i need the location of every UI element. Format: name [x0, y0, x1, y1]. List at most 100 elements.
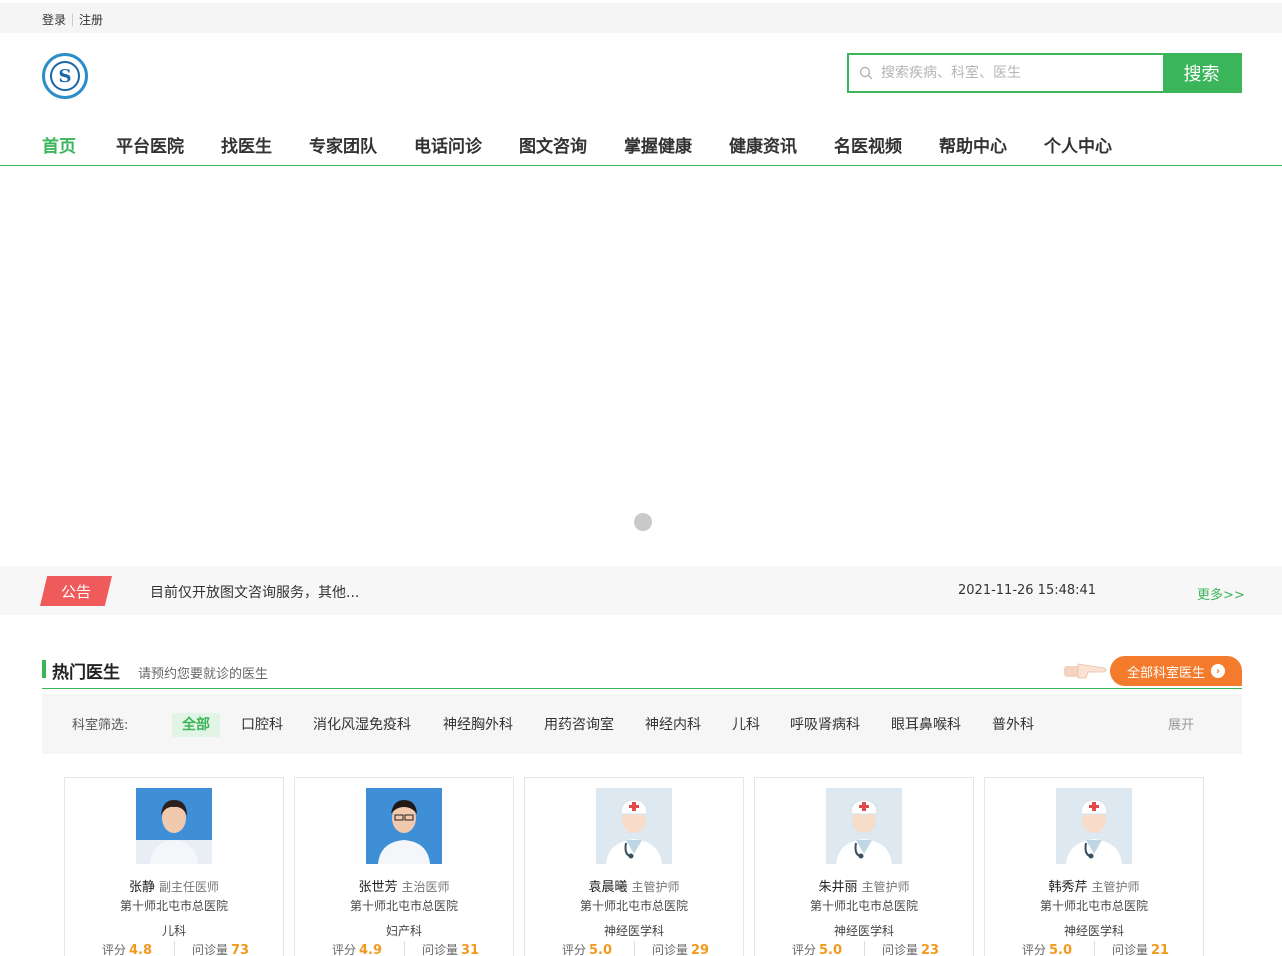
filter-label: 科室筛选:: [72, 718, 129, 733]
search-field: [849, 55, 1163, 91]
doctor-hospital: 第十师北屯市总医院: [809, 899, 918, 913]
site-logo[interactable]: S: [42, 53, 88, 99]
doctor-photo: [366, 788, 442, 864]
consult-count-value: 73: [231, 943, 250, 956]
nav-item-help[interactable]: 帮助中心: [939, 132, 1007, 157]
consult-count: 问诊量 21: [1112, 941, 1169, 956]
login-link[interactable]: 登录: [42, 11, 66, 28]
doctor-card[interactable]: 张世芳 主治医师 第十师北屯市总医院 妇产科 评分 4.9 问诊量 31: [294, 777, 514, 956]
search-box: 搜索: [847, 53, 1242, 93]
notice-tag: 公告: [40, 576, 112, 606]
divider: [174, 941, 175, 956]
rating-label: 评分: [102, 943, 127, 956]
rating-value: 5.0: [1049, 943, 1073, 956]
doctor-card[interactable]: 朱井丽 主管护师 第十师北屯市总医院 神经医学科 评分 5.0 问诊量 23: [754, 777, 974, 956]
filter-option[interactable]: 普外科: [992, 713, 1034, 737]
doctor-name[interactable]: 张静: [129, 880, 155, 895]
notice-time: 2021-11-26 15:48:41: [958, 583, 1097, 598]
main-nav: 首页 平台医院 找医生 专家团队 电话问诊 图文咨询 掌握健康 健康资讯 名医视…: [0, 120, 1282, 166]
all-departments-button[interactable]: 全部科室医生 ›: [1110, 656, 1242, 686]
doctor-name[interactable]: 张世芳: [358, 880, 397, 895]
consult-count-label: 问诊量: [882, 943, 919, 956]
top-bar: 登录 注册: [0, 3, 1282, 33]
doctor-hospital: 第十师北屯市总医院: [119, 899, 228, 913]
doctor-name[interactable]: 朱井丽: [818, 880, 857, 895]
section-subtitle: 请预约您要就诊的医生: [138, 667, 269, 682]
search-icon: [859, 66, 873, 80]
nav-item-home[interactable]: 首页: [42, 132, 76, 157]
nav-item-videos[interactable]: 名医视频: [834, 132, 902, 157]
pointing-hand-icon: [1064, 663, 1107, 679]
filter-option[interactable]: 口腔科: [241, 713, 283, 737]
notice-bar: 公告 目前仅开放图文咨询服务，其他... 2021-11-26 15:48:41…: [0, 566, 1282, 615]
section-bar: [42, 660, 46, 678]
rating-label: 评分: [792, 943, 817, 956]
filter-option[interactable]: 呼吸肾病科: [790, 713, 860, 737]
doctor-name-line: 张世芳 主治医师: [295, 876, 513, 895]
filter-expand-link[interactable]: 展开: [1168, 714, 1194, 733]
doctor-name[interactable]: 袁晨曦: [588, 880, 627, 895]
consult-count-value: 31: [461, 943, 480, 956]
filter-option[interactable]: 用药咨询室: [544, 713, 614, 737]
nav-item-phone-consult[interactable]: 电话问诊: [414, 132, 482, 157]
doctor-title: 主治医师: [401, 880, 450, 894]
notice-more-link[interactable]: 更多>>: [1197, 584, 1245, 603]
rating-value: 5.0: [819, 943, 843, 956]
doctor-photo: [136, 788, 212, 864]
filter-option[interactable]: 儿科: [732, 713, 760, 737]
doctor-department: 妇产科: [385, 924, 422, 938]
doctor-hospital: 第十师北屯市总医院: [1039, 899, 1148, 913]
rating: 评分 5.0: [1022, 941, 1072, 956]
nav-item-news[interactable]: 健康资讯: [729, 132, 797, 157]
divider: [72, 13, 74, 26]
carousel-dot[interactable]: [634, 513, 652, 531]
nav-item-profile[interactable]: 个人中心: [1044, 132, 1112, 157]
notice-text[interactable]: 目前仅开放图文咨询服务，其他...: [150, 582, 359, 602]
default-doctor-icon: [596, 788, 672, 864]
doctor-card[interactable]: 袁晨曦 主管护师 第十师北屯市总医院 神经医学科 评分 5.0 问诊量 29: [524, 777, 744, 956]
search-button[interactable]: 搜索: [1163, 55, 1240, 91]
rating: 评分 5.0: [562, 941, 612, 956]
nav-item-health[interactable]: 掌握健康: [624, 132, 692, 157]
nav-item-expert-team[interactable]: 专家团队: [309, 132, 377, 157]
doctor-name-line: 张静 副主任医师: [65, 876, 283, 895]
doctor-title: 主管护师: [1091, 880, 1140, 894]
doctor-card[interactable]: 张静 副主任医师 第十师北屯市总医院 儿科 评分 4.8 问诊量 73: [64, 777, 284, 956]
register-link[interactable]: 注册: [79, 11, 103, 28]
rating-value: 4.9: [359, 943, 383, 956]
default-doctor-icon: [1056, 788, 1132, 864]
doctor-department: 神经医学科: [833, 924, 894, 938]
doctor-card[interactable]: 韩秀芹 主管护师 第十师北屯市总医院 神经医学科 评分 5.0 问诊量 21: [984, 777, 1204, 956]
filter-option-all[interactable]: 全部: [172, 713, 220, 737]
rating-label: 评分: [562, 943, 587, 956]
doctor-name[interactable]: 韩秀芹: [1048, 880, 1087, 895]
arrow-right-icon: ›: [1211, 664, 1225, 678]
consult-count: 问诊量 29: [652, 941, 709, 956]
divider: [404, 941, 405, 956]
filter-option[interactable]: 眼耳鼻喉科: [891, 713, 961, 737]
filter-option[interactable]: 神经胸外科: [443, 713, 513, 737]
filter-option[interactable]: 消化风湿免疫科: [313, 713, 411, 737]
nav-item-hospitals[interactable]: 平台医院: [116, 132, 184, 157]
doctor-title: 副主任医师: [159, 880, 220, 894]
nav-item-text-consult[interactable]: 图文咨询: [519, 132, 587, 157]
doctor-name-line: 韩秀芹 主管护师: [985, 876, 1203, 895]
doctor-name-line: 朱井丽 主管护师: [755, 876, 973, 895]
nav-item-find-doctor[interactable]: 找医生: [221, 132, 272, 157]
rating: 评分 5.0: [792, 941, 842, 956]
consult-count: 问诊量 31: [422, 941, 479, 956]
logo-mark: S: [50, 61, 80, 91]
all-departments-label: 全部科室医生: [1126, 665, 1205, 681]
consult-count-label: 问诊量: [422, 943, 459, 956]
doctor-hospital: 第十师北屯市总医院: [579, 899, 688, 913]
filter-option[interactable]: 神经内科: [645, 713, 701, 737]
search-input[interactable]: [881, 65, 1151, 81]
consult-count-label: 问诊量: [1112, 943, 1149, 956]
consult-count-label: 问诊量: [652, 943, 689, 956]
consult-count-label: 问诊量: [192, 943, 229, 956]
rating-value: 4.8: [129, 943, 153, 956]
divider: [1094, 941, 1095, 956]
consult-count-value: 23: [921, 943, 940, 956]
rating-label: 评分: [332, 943, 357, 956]
consult-count-value: 29: [691, 943, 710, 956]
